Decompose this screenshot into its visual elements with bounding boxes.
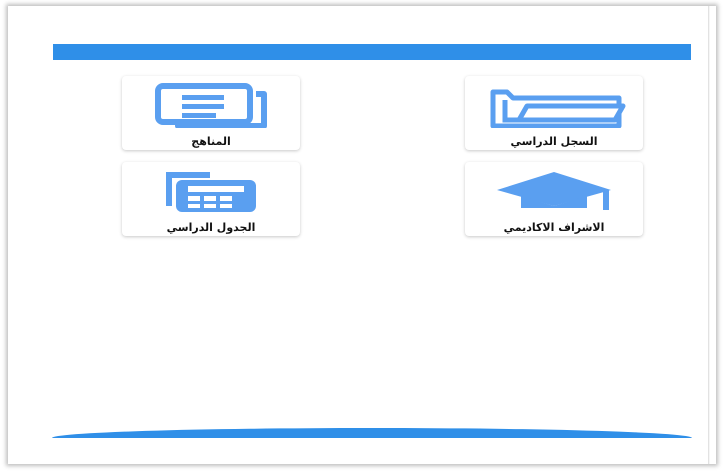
- graduation-cap-icon: [497, 172, 611, 210]
- academic-record-label: السجل الدراسي: [510, 135, 598, 148]
- document-icon: [155, 83, 267, 128]
- academic-advising-label: الاشراف الاكاديمي: [503, 221, 605, 234]
- app-header-bar: [53, 44, 691, 60]
- calendar-icon: [166, 172, 256, 212]
- folder-icon: [490, 89, 626, 128]
- academic-advising-tile[interactable]: الاشراف الاكاديمي: [465, 162, 643, 236]
- scroll-edge: [708, 6, 710, 464]
- curricula-label: المناهج: [191, 135, 231, 148]
- class-schedule-tile[interactable]: الجدول الدراسي: [122, 162, 300, 236]
- academic-record-tile[interactable]: السجل الدراسي: [465, 76, 643, 150]
- curricula-tile[interactable]: المناهج: [122, 76, 300, 150]
- class-schedule-label: الجدول الدراسي: [166, 221, 256, 234]
